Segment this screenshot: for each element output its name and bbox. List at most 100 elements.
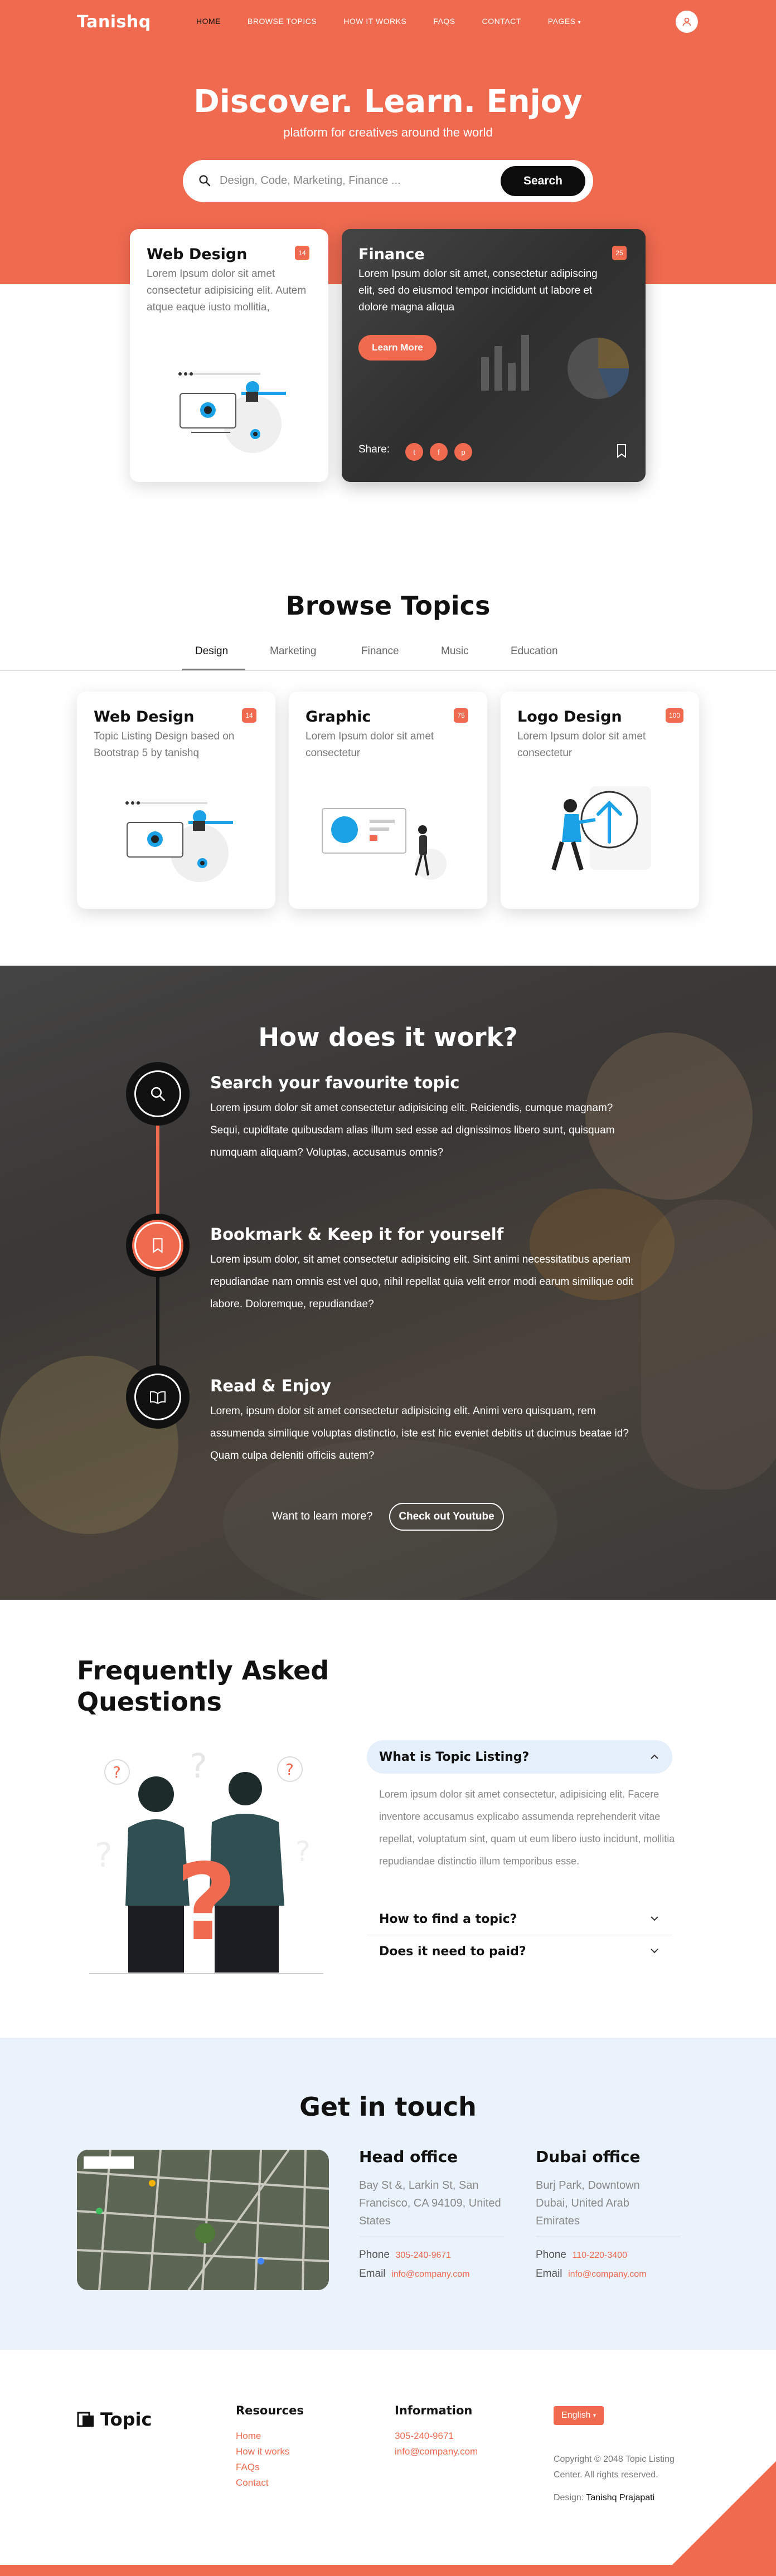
footer-phone-link[interactable]: 305-240-9671: [395, 2431, 454, 2442]
design-label: Design:: [554, 2493, 584, 2502]
faq-question-2[interactable]: How to find a topic?: [379, 1912, 517, 1926]
step-2-title: Bookmark & Keep it for yourself: [210, 1225, 504, 1244]
bookmark-icon: [153, 1238, 163, 1253]
footer-email-link[interactable]: info@company.com: [395, 2446, 478, 2457]
facebook-icon[interactable]: f: [430, 443, 448, 461]
footer-col-title: Information: [395, 2404, 473, 2417]
office-map[interactable]: [77, 2150, 329, 2290]
learn-more-button[interactable]: Learn More: [358, 335, 437, 361]
email-label: Email: [359, 2268, 386, 2280]
card-text: Lorem Ipsum dolor sit amet consectetur a…: [147, 268, 307, 313]
web-design-illustration: [125, 801, 233, 882]
youtube-button[interactable]: Check out Youtube: [389, 1503, 504, 1531]
card-badge: 75: [454, 708, 468, 723]
search-button[interactable]: Search: [501, 166, 585, 196]
book-icon: [150, 1391, 166, 1404]
search-icon: [199, 175, 211, 187]
topic-tabs: Design Marketing Finance Music Education: [0, 641, 776, 671]
step-3-marker: [129, 1368, 187, 1426]
decorative-triangle: [672, 2461, 776, 2565]
featured-card-finance[interactable]: Finance 25 Lorem Ipsum dolor sit amet, c…: [342, 229, 646, 482]
nav-how-it-works[interactable]: HOW IT WORKS: [343, 17, 406, 26]
card-title: Finance: [358, 246, 425, 263]
chevron-down-icon[interactable]: [649, 1947, 659, 1955]
chevron-up-icon[interactable]: [649, 1753, 659, 1761]
phone-link[interactable]: 305-240-9671: [396, 2251, 452, 2260]
twitter-icon[interactable]: t: [405, 443, 423, 461]
office-email: Email info@company.com: [536, 2268, 647, 2280]
card-text: Lorem Ipsum dolor sit amet consectetur: [305, 731, 434, 759]
search-input[interactable]: Design, Code, Marketing, Finance ...: [220, 174, 401, 187]
designer-name[interactable]: Tanishq Prajapati: [586, 2493, 654, 2502]
email-label: Email: [536, 2268, 562, 2280]
tab-finance[interactable]: Finance: [361, 645, 399, 658]
office-name: Dubai office: [536, 2148, 641, 2166]
svg-text:?: ?: [95, 1836, 113, 1875]
step-3-text: Lorem, ipsum dolor sit amet consectetur …: [210, 1405, 629, 1462]
step-3-title: Read & Enjoy: [210, 1376, 332, 1395]
svg-text:?: ?: [285, 1760, 294, 1779]
tab-marketing[interactable]: Marketing: [270, 645, 316, 658]
page: Tanishq HOME BROWSE TOPICS HOW IT WORKS …: [0, 0, 776, 2576]
web-design-illustration: [178, 372, 286, 453]
step-2-marker: [129, 1216, 187, 1274]
tab-design[interactable]: Design: [195, 645, 228, 658]
pinterest-icon[interactable]: p: [454, 443, 472, 461]
featured-card-web-design[interactable]: Web Design 14 Lorem Ipsum dolor sit amet…: [130, 229, 328, 482]
topic-card-logo-design[interactable]: Logo Design 100 Lorem Ipsum dolor sit am…: [501, 692, 699, 909]
card-title: Web Design: [94, 708, 195, 725]
brand-logo[interactable]: Tanishq: [77, 12, 151, 32]
footer-link-how-it-works[interactable]: How it works: [236, 2446, 289, 2457]
footer-logo-text: Topic: [100, 2409, 152, 2430]
step-1-title: Search your favourite topic: [210, 1073, 460, 1092]
faq-question-1[interactable]: What is Topic Listing?: [379, 1750, 529, 1764]
contact-title: Get in touch: [299, 2092, 477, 2122]
how-it-works-section: How does it work? Search your favourite …: [0, 966, 776, 1600]
card-badge: 25: [612, 246, 627, 260]
nav-browse-topics[interactable]: BROWSE TOPICS: [248, 17, 317, 26]
phone-label: Phone: [359, 2249, 390, 2261]
navbar: Tanishq HOME BROWSE TOPICS HOW IT WORKS …: [0, 0, 776, 42]
email-link[interactable]: info@company.com: [568, 2270, 646, 2279]
faq-title: Frequently Asked Questions: [77, 1655, 329, 1717]
footer-logo[interactable]: Topic: [77, 2409, 152, 2430]
nav-home[interactable]: HOME: [196, 17, 221, 26]
nav-contact[interactable]: CONTACT: [482, 17, 521, 26]
chevron-down-icon[interactable]: [649, 1915, 659, 1922]
card-text: Topic Listing Design based on Bootstrap …: [94, 731, 235, 759]
topic-card-graphic[interactable]: Graphic 75 Lorem Ipsum dolor sit amet co…: [289, 692, 487, 909]
learn-more-text: Want to learn more?: [272, 1510, 373, 1522]
card-badge: 14: [295, 246, 309, 260]
card-title: Web Design: [147, 246, 248, 263]
bookmark-icon[interactable]: [616, 444, 627, 458]
card-title: Graphic: [305, 708, 371, 725]
search-icon: [151, 1087, 165, 1101]
tab-education[interactable]: Education: [511, 645, 558, 658]
footer-link-contact[interactable]: Contact: [236, 2477, 269, 2489]
user-account-button[interactable]: [676, 11, 698, 33]
phone-link[interactable]: 110-220-3400: [573, 2251, 627, 2260]
language-selector[interactable]: English ▾: [554, 2406, 604, 2425]
language-label: English: [561, 2411, 591, 2420]
bottom-accent-bar: [0, 2565, 776, 2576]
svg-text:?: ?: [190, 1747, 207, 1786]
user-icon: [682, 17, 691, 26]
chevron-down-icon: ▾: [593, 2412, 596, 2419]
office-phone: Phone 305-240-9671: [359, 2249, 451, 2261]
faq-question-3[interactable]: Does it need to paid?: [379, 1945, 526, 1959]
chevron-down-icon: ▾: [578, 20, 581, 26]
nav-pages[interactable]: PAGES ▾: [548, 17, 581, 26]
card-text: Lorem Ipsum dolor sit amet consectetur: [517, 731, 646, 759]
footer-link-home[interactable]: Home: [236, 2431, 261, 2442]
tab-music[interactable]: Music: [441, 645, 469, 658]
footer-link-faqs[interactable]: FAQs: [236, 2462, 260, 2473]
hero-subtitle: platform for creatives around the world: [283, 125, 493, 139]
book-logo-icon: [77, 2412, 94, 2427]
logo-design-illustration: [551, 786, 651, 871]
map-image: [77, 2150, 329, 2290]
faq-answer-1: Lorem ipsum dolor sit amet consectetur, …: [379, 1789, 675, 1867]
nav-faqs[interactable]: FAQS: [433, 17, 455, 26]
topic-card-web-design[interactable]: Web Design 14 Topic Listing Design based…: [77, 692, 275, 909]
phone-label: Phone: [536, 2249, 566, 2261]
email-link[interactable]: info@company.com: [391, 2270, 469, 2279]
